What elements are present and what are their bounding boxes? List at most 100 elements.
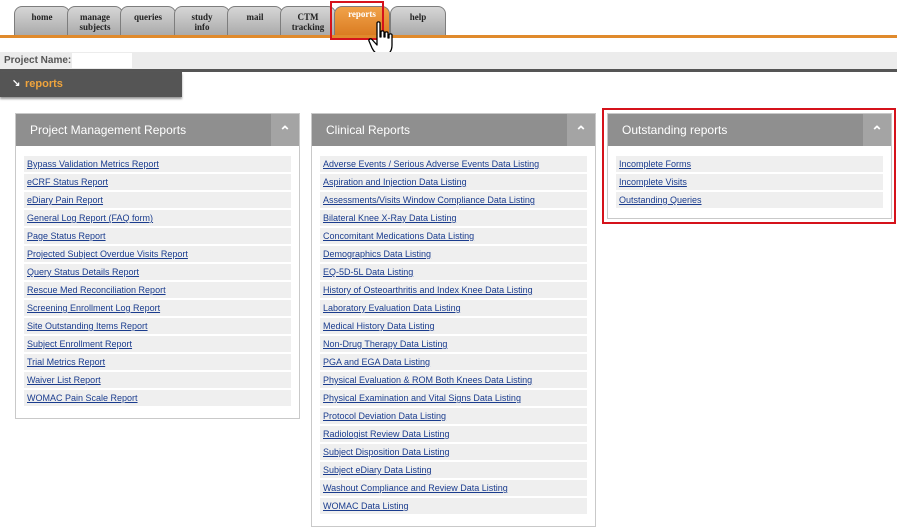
report-link[interactable]: Site Outstanding Items Report (27, 321, 148, 331)
report-list-item: Subject Enrollment Report (24, 336, 291, 352)
report-link[interactable]: Non-Drug Therapy Data Listing (323, 339, 447, 349)
panel-header: Clinical Reports ⌃ (312, 114, 595, 146)
tab-label-line2: info (194, 22, 210, 32)
report-link[interactable]: Protocol Deviation Data Listing (323, 411, 446, 421)
report-link[interactable]: eDiary Pain Report (27, 195, 103, 205)
tab-mail[interactable]: mail (227, 6, 283, 36)
project-name-row: Project Name: (0, 52, 897, 69)
report-list-item: Waiver List Report (24, 372, 291, 388)
report-list-item: Medical History Data Listing (320, 318, 587, 334)
tab-home[interactable]: home (14, 6, 70, 36)
collapse-chevron-up-icon[interactable]: ⌃ (863, 114, 891, 146)
report-link[interactable]: General Log Report (FAQ form) (27, 213, 153, 223)
report-link[interactable]: Projected Subject Overdue Visits Report (27, 249, 188, 259)
report-list-item: Incomplete Visits (616, 174, 883, 190)
report-link[interactable]: Assessments/Visits Window Compliance Dat… (323, 195, 535, 205)
project-name-value (72, 53, 132, 68)
tab-study-info[interactable]: study info (174, 6, 230, 36)
report-list-item: Concomitant Medications Data Listing (320, 228, 587, 244)
report-link[interactable]: Bypass Validation Metrics Report (27, 159, 159, 169)
report-list-item: Subject Disposition Data Listing (320, 444, 587, 460)
collapse-chevron-up-icon[interactable]: ⌃ (271, 114, 299, 146)
report-list: Adverse Events / Serious Adverse Events … (312, 146, 595, 522)
report-link[interactable]: Page Status Report (27, 231, 106, 241)
report-list-item: PGA and EGA Data Listing (320, 354, 587, 370)
report-list-item: Demographics Data Listing (320, 246, 587, 262)
report-list-item: Subject eDiary Data Listing (320, 462, 587, 478)
report-list-item: General Log Report (FAQ form) (24, 210, 291, 226)
report-list-item: EQ-5D-5L Data Listing (320, 264, 587, 280)
report-link[interactable]: Subject eDiary Data Listing (323, 465, 432, 475)
report-link[interactable]: Medical History Data Listing (323, 321, 435, 331)
panel-outstanding-reports: Outstanding reports ⌃ Incomplete Forms In… (607, 113, 892, 219)
report-link[interactable]: Bilateral Knee X-Ray Data Listing (323, 213, 457, 223)
tab-queries[interactable]: queries (120, 6, 176, 36)
report-link[interactable]: Physical Evaluation & ROM Both Knees Dat… (323, 375, 532, 385)
report-link[interactable]: Subject Disposition Data Listing (323, 447, 450, 457)
report-link[interactable]: Rescue Med Reconciliation Report (27, 285, 166, 295)
report-link[interactable]: WOMAC Data Listing (323, 501, 409, 511)
report-link[interactable]: Incomplete Visits (619, 177, 687, 187)
report-link[interactable]: Laboratory Evaluation Data Listing (323, 303, 461, 313)
report-list: Incomplete Forms Incomplete Visits Outstan… (608, 146, 891, 216)
report-link[interactable]: Radiologist Review Data Listing (323, 429, 450, 439)
panel-header: Outstanding reports ⌃ (608, 114, 891, 146)
report-list-item: Page Status Report (24, 228, 291, 244)
tab-label: study (191, 12, 213, 22)
report-list-item: Washout Compliance and Review Data Listi… (320, 480, 587, 496)
report-link[interactable]: PGA and EGA Data Listing (323, 357, 430, 367)
report-list-item: WOMAC Pain Scale Report (24, 390, 291, 406)
section-header-reports: ↘ reports (0, 72, 182, 97)
report-link[interactable]: Subject Enrollment Report (27, 339, 132, 349)
panel-project-management-reports: Project Management Reports ⌃ Bypass Vali… (15, 113, 300, 419)
report-list-item: Incomplete Forms (616, 156, 883, 172)
report-link[interactable]: Washout Compliance and Review Data Listi… (323, 483, 508, 493)
report-list: Bypass Validation Metrics Report eCRF Sta… (16, 146, 299, 414)
report-list-item: History of Osteoarthritis and Index Knee… (320, 282, 587, 298)
report-list-item: Laboratory Evaluation Data Listing (320, 300, 587, 316)
report-list-item: eDiary Pain Report (24, 192, 291, 208)
report-link[interactable]: Waiver List Report (27, 375, 101, 385)
report-link[interactable]: History of Osteoarthritis and Index Knee… (323, 285, 533, 295)
tab-label: manage (80, 12, 110, 22)
report-link[interactable]: EQ-5D-5L Data Listing (323, 267, 413, 277)
tab-ctm-tracking[interactable]: CTM tracking (280, 6, 336, 36)
tab-manage-subjects[interactable]: manage subjects (67, 6, 123, 36)
report-list-item: Adverse Events / Serious Adverse Events … (320, 156, 587, 172)
report-list-item: Trial Metrics Report (24, 354, 291, 370)
report-list-item: Rescue Med Reconciliation Report (24, 282, 291, 298)
report-link[interactable]: Aspiration and Injection Data Listing (323, 177, 467, 187)
report-list-item: eCRF Status Report (24, 174, 291, 190)
panel-header: Project Management Reports ⌃ (16, 114, 299, 146)
tab-label: help (409, 12, 427, 22)
report-link[interactable]: Physical Examination and Vital Signs Dat… (323, 393, 521, 403)
panel-title: Outstanding reports (622, 123, 728, 137)
report-list-item: Assessments/Visits Window Compliance Dat… (320, 192, 587, 208)
report-list-item: Outstanding Queries (616, 192, 883, 208)
report-link[interactable]: Adverse Events / Serious Adverse Events … (323, 159, 539, 169)
report-link[interactable]: Query Status Details Report (27, 267, 139, 277)
project-name-label: Project Name: (4, 55, 72, 66)
report-link[interactable]: Outstanding Queries (619, 195, 702, 205)
panel-title: Clinical Reports (326, 123, 411, 137)
report-link[interactable]: Demographics Data Listing (323, 249, 431, 259)
tab-label: home (31, 12, 53, 22)
tab-label: CTM (297, 12, 319, 22)
report-list-item: Aspiration and Injection Data Listing (320, 174, 587, 190)
report-link[interactable]: WOMAC Pain Scale Report (27, 393, 138, 403)
report-link[interactable]: Concomitant Medications Data Listing (323, 231, 474, 241)
report-list-item: Screening Enrollment Log Report (24, 300, 291, 316)
collapse-chevron-up-icon[interactable]: ⌃ (567, 114, 595, 146)
tab-label: queries (134, 12, 162, 22)
tab-help[interactable]: help (390, 6, 446, 36)
report-link[interactable]: Incomplete Forms (619, 159, 691, 169)
report-link[interactable]: Screening Enrollment Log Report (27, 303, 160, 313)
panel-title: Project Management Reports (30, 123, 187, 137)
report-list-item: Physical Examination and Vital Signs Dat… (320, 390, 587, 406)
report-list-item: Radiologist Review Data Listing (320, 426, 587, 442)
report-list-item: Projected Subject Overdue Visits Report (24, 246, 291, 262)
report-link[interactable]: Trial Metrics Report (27, 357, 105, 367)
report-list-item: Protocol Deviation Data Listing (320, 408, 587, 424)
report-link[interactable]: eCRF Status Report (27, 177, 108, 187)
report-list-item: WOMAC Data Listing (320, 498, 587, 514)
